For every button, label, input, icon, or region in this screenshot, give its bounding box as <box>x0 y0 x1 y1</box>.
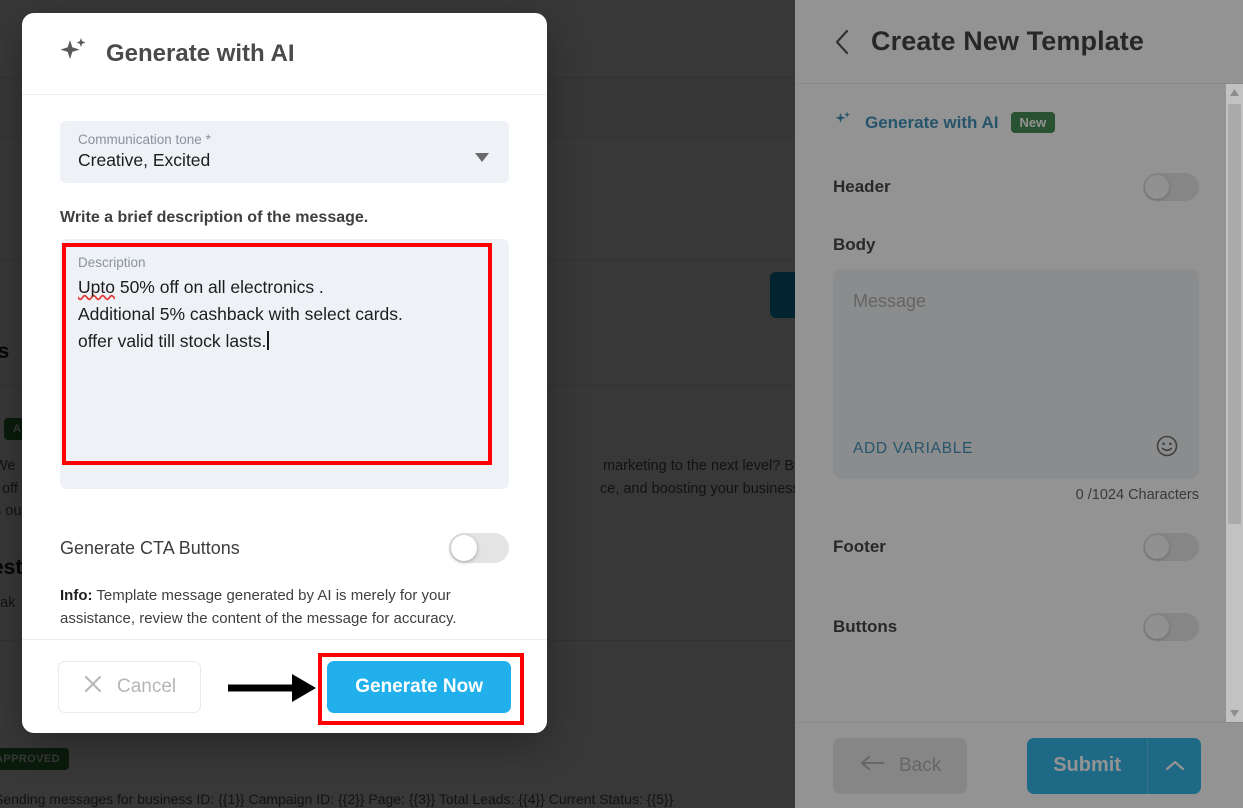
message-toolbar: ADD VARIABLE <box>853 434 1179 463</box>
modal-content: Communication tone * Creative, Excited W… <box>22 95 547 639</box>
drawer-scrollbar[interactable] <box>1226 84 1243 722</box>
buttons-label: Buttons <box>833 617 898 636</box>
generate-with-ai-link[interactable]: Generate with AI <box>865 113 999 133</box>
description-line3: offer valid till stock lasts. <box>78 331 267 352</box>
info-note: Info: Template message generated by AI i… <box>60 585 480 631</box>
modal-footer: Cancel Generate Now <box>22 639 547 733</box>
screen-root: es AI We off s ou marketing to the next … <box>0 0 1243 808</box>
modal-header: Generate with AI <box>22 13 547 95</box>
chevron-left-icon[interactable] <box>829 29 855 55</box>
description-field-label: Description <box>78 255 146 270</box>
communication-tone-select[interactable]: Communication tone * Creative, Excited <box>60 121 509 183</box>
triangle-up-icon[interactable] <box>1226 84 1243 101</box>
buttons-field-row: Buttons <box>833 613 1199 641</box>
message-placeholder: Message <box>853 291 927 311</box>
drawer-body: Generate with AI New Header Body Message… <box>795 84 1243 722</box>
chevron-down-icon[interactable] <box>475 149 489 167</box>
sparkle-icon <box>833 110 853 135</box>
header-field-row: Header <box>833 173 1199 201</box>
description-line2: Additional 5% cashback with select cards… <box>78 304 403 325</box>
sparkle-icon <box>58 35 90 72</box>
create-template-drawer: Create New Template Generate with AI New… <box>795 0 1243 808</box>
generate-with-ai-row[interactable]: Generate with AI New <box>833 110 1199 135</box>
back-button-label: Back <box>899 754 942 776</box>
drawer-footer: Back Submit <box>795 722 1243 808</box>
cancel-button-label: Cancel <box>117 675 177 697</box>
generate-cta-toggle[interactable] <box>449 533 509 563</box>
back-button[interactable]: Back <box>833 737 968 794</box>
header-label: Header <box>833 177 891 196</box>
communication-tone-value: Creative, Excited <box>78 150 211 170</box>
info-prefix: Info: <box>60 587 93 604</box>
footer-label: Footer <box>833 537 886 556</box>
body-label: Body <box>833 235 876 254</box>
description-textarea[interactable]: Description Upto 50% off on all electron… <box>60 239 509 489</box>
footer-field-row: Footer <box>833 533 1199 561</box>
drawer-header: Create New Template <box>795 0 1243 84</box>
description-section-label: Write a brief description of the message… <box>60 209 369 226</box>
info-body: Template message generated by AI is mere… <box>60 587 457 627</box>
description-misspelled-word: Upto <box>78 277 115 297</box>
generate-now-button[interactable]: Generate Now <box>327 660 511 713</box>
scrollbar-thumb[interactable] <box>1228 104 1241 524</box>
generate-with-ai-modal: Generate with AI Communication tone * Cr… <box>22 13 547 733</box>
footer-toggle[interactable] <box>1143 533 1199 561</box>
header-toggle[interactable] <box>1143 173 1199 201</box>
new-badge: New <box>1010 112 1056 133</box>
drawer-title: Create New Template <box>871 26 1144 56</box>
message-textarea[interactable]: Message ADD VARIABLE <box>833 269 1199 479</box>
communication-tone-label: Communication tone * <box>78 132 211 147</box>
generate-cta-label: Generate CTA Buttons <box>60 537 240 558</box>
submit-button-label: Submit <box>1053 754 1121 776</box>
add-variable-button[interactable]: ADD VARIABLE <box>853 440 973 458</box>
description-line1-rest: 50% off on all electronics . <box>114 277 324 297</box>
generate-cta-row: Generate CTA Buttons <box>60 533 509 563</box>
close-x-icon <box>83 674 103 700</box>
cancel-button[interactable]: Cancel <box>58 660 202 713</box>
chevron-up-icon[interactable] <box>1147 737 1201 794</box>
text-cursor <box>267 331 269 351</box>
arrow-left-icon <box>859 755 885 777</box>
body-field-group: Body Message ADD VARIABLE 0 /1024 Charac… <box>833 235 1199 503</box>
modal-title: Generate with AI <box>106 39 295 67</box>
submit-button[interactable]: Submit <box>1027 737 1201 794</box>
smiley-face-icon[interactable] <box>1155 434 1179 463</box>
character-counter: 0 /1024 Characters <box>1075 487 1199 503</box>
description-value: Upto 50% off on all electronics . Additio… <box>78 274 491 355</box>
triangle-down-icon[interactable] <box>1226 705 1243 722</box>
buttons-toggle[interactable] <box>1143 613 1199 641</box>
